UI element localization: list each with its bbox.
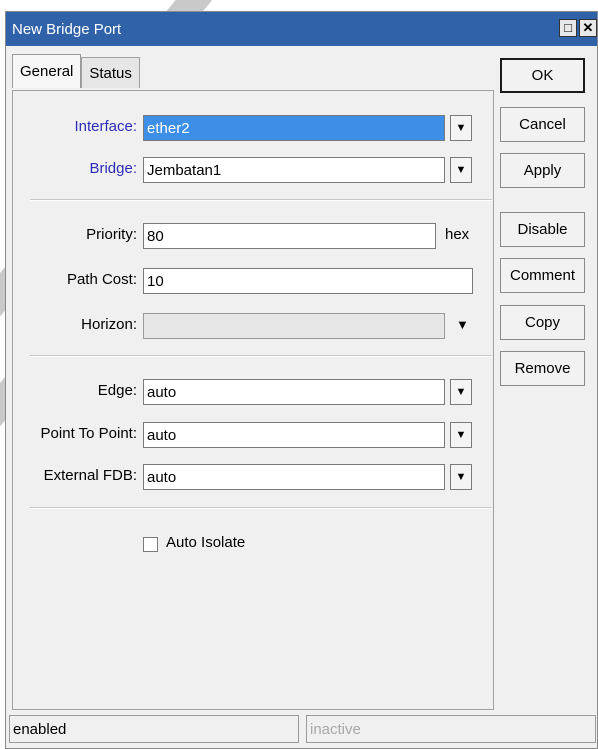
edge-label: Edge:	[97, 382, 137, 399]
point-to-point-dropdown-icon[interactable]: ▼	[450, 422, 472, 448]
divider	[30, 199, 492, 201]
path-cost-field[interactable]: 10	[143, 268, 473, 294]
point-to-point-field[interactable]: auto	[143, 422, 445, 448]
apply-button[interactable]: Apply	[500, 153, 585, 188]
external-fdb-dropdown-icon[interactable]: ▼	[450, 464, 472, 490]
horizon-dropdown-icon[interactable]: ▼	[456, 317, 469, 332]
auto-isolate-checkbox[interactable]	[143, 537, 158, 552]
tab-status[interactable]: Status	[81, 57, 140, 88]
edge-dropdown-icon[interactable]: ▼	[450, 379, 472, 405]
priority-label: Priority:	[86, 226, 137, 243]
tab-general[interactable]: General	[12, 54, 82, 88]
bridge-field[interactable]: Jembatan1	[143, 157, 445, 183]
path-cost-label: Path Cost:	[66, 271, 137, 288]
interface-label[interactable]: Interface:	[53, 118, 137, 135]
general-panel: Interface: ether2 ▼ Bridge: Jembatan1 ▼ …	[12, 90, 494, 710]
ok-button[interactable]: OK	[500, 58, 585, 93]
cancel-button[interactable]: Cancel	[500, 107, 585, 142]
priority-field[interactable]: 80	[143, 223, 436, 249]
disable-button[interactable]: Disable	[500, 212, 585, 247]
edge-field[interactable]: auto	[143, 379, 445, 405]
point-to-point-label: Point To Point:	[40, 425, 137, 442]
interface-dropdown-icon[interactable]: ▼	[450, 115, 472, 141]
window-title: New Bridge Port	[12, 20, 122, 38]
horizon-label: Horizon:	[81, 316, 137, 333]
tab-bar: General Status	[12, 54, 140, 88]
restore-window-icon[interactable]: □	[559, 19, 577, 37]
external-fdb-field[interactable]: auto	[143, 464, 445, 490]
divider	[30, 507, 492, 509]
interface-field[interactable]: ether2	[143, 115, 445, 141]
horizon-field[interactable]	[143, 313, 445, 339]
close-icon[interactable]: ✕	[579, 19, 597, 37]
bridge-dropdown-icon[interactable]: ▼	[450, 157, 472, 183]
copy-button[interactable]: Copy	[500, 305, 585, 340]
title-bar[interactable]: New Bridge Port □ ✕	[6, 12, 597, 46]
status-enabled: enabled	[9, 715, 299, 743]
status-inactive: inactive	[306, 715, 596, 743]
auto-isolate-label[interactable]: Auto Isolate	[166, 534, 245, 551]
remove-button[interactable]: Remove	[500, 351, 585, 386]
divider	[30, 355, 492, 357]
external-fdb-label: External FDB:	[43, 467, 137, 484]
bridge-label[interactable]: Bridge:	[53, 160, 137, 177]
priority-unit: hex	[445, 226, 470, 243]
new-bridge-port-dialog: New Bridge Port □ ✕ General Status Inter…	[5, 11, 598, 749]
comment-button[interactable]: Comment	[500, 258, 585, 293]
